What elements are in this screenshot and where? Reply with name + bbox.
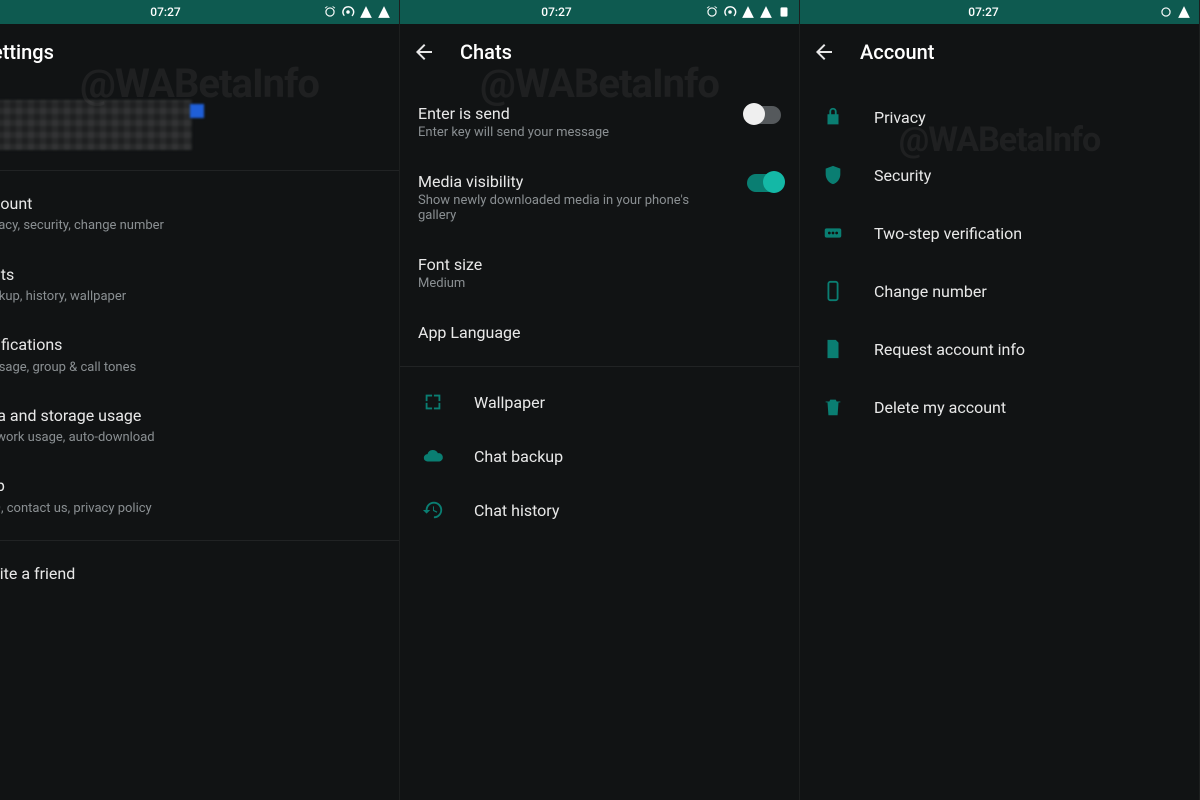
row-label: Privacy xyxy=(874,108,926,127)
appbar: Chats xyxy=(400,24,799,80)
chats-screen: 07:27 Chats @WABetaInfo Enter is send En… xyxy=(400,0,800,800)
alarm-icon xyxy=(705,5,719,19)
row-label: Delete my account xyxy=(874,398,1006,417)
row-two-step[interactable]: Two-step verification xyxy=(800,204,1199,262)
alarm-icon xyxy=(323,5,337,19)
profile-row[interactable] xyxy=(0,88,399,162)
item-title: tifications xyxy=(0,334,389,356)
row-request-info[interactable]: Request account info xyxy=(800,320,1199,378)
row-chat-backup[interactable]: Chat backup xyxy=(400,429,799,483)
row-label: Two-step verification xyxy=(874,224,1022,243)
row-label: Request account info xyxy=(874,340,1025,359)
chats-content: Enter is send Enter key will send your m… xyxy=(400,80,799,800)
signal-icon xyxy=(359,5,373,19)
row-wallpaper[interactable]: Wallpaper xyxy=(400,375,799,429)
setting-font-size[interactable]: Font size Medium xyxy=(400,239,799,307)
account-screen: 07:27 Account @WABetaInfo Privacy Securi… xyxy=(800,0,1200,800)
appbar: Account xyxy=(800,24,1199,80)
pin-icon xyxy=(822,222,844,244)
item-title: count xyxy=(0,193,389,215)
row-label: Security xyxy=(874,166,931,185)
setting-enter-is-send[interactable]: Enter is send Enter key will send your m… xyxy=(400,88,799,156)
item-sub: Q, contact us, privacy policy xyxy=(0,500,349,518)
setting-sub: Medium xyxy=(418,276,708,291)
item-title: ats xyxy=(0,264,389,286)
setting-title: App Language xyxy=(418,323,781,342)
row-privacy[interactable]: Privacy xyxy=(800,88,1199,146)
settings-item-invite[interactable]: vite a friend xyxy=(0,549,399,599)
status-bar: 07:27 xyxy=(400,0,799,24)
signal-icon xyxy=(1177,5,1191,19)
back-arrow-icon xyxy=(412,40,436,64)
setting-media-visibility[interactable]: Media visibility Show newly downloaded m… xyxy=(400,156,799,239)
trash-icon xyxy=(822,396,844,418)
row-label: Chat backup xyxy=(474,447,563,466)
lock-icon xyxy=(822,106,844,128)
settings-item-help[interactable]: lp Q, contact us, privacy policy xyxy=(0,461,399,532)
divider xyxy=(0,170,399,171)
status-time: 07:27 xyxy=(408,5,705,19)
item-sub: ssage, group & call tones xyxy=(0,359,349,377)
setting-title: Enter is send xyxy=(418,104,781,123)
status-bar: 07:27 xyxy=(800,0,1199,24)
signal2-icon xyxy=(759,5,773,19)
signal2-icon xyxy=(377,5,391,19)
wallpaper-icon xyxy=(422,391,444,413)
row-chat-history[interactable]: Chat history xyxy=(400,483,799,537)
appbar: ettings xyxy=(0,24,399,80)
setting-sub: Show newly downloaded media in your phon… xyxy=(418,193,708,223)
page-title: Account xyxy=(860,40,934,64)
setting-app-language[interactable]: App Language xyxy=(400,307,799,358)
back-arrow-icon xyxy=(812,40,836,64)
status-icons xyxy=(1159,5,1191,19)
row-change-number[interactable]: Change number xyxy=(800,262,1199,320)
setting-title: Font size xyxy=(418,255,781,274)
toggle-enter-is-send[interactable] xyxy=(747,106,781,124)
divider xyxy=(0,540,399,541)
signal-icon xyxy=(741,5,755,19)
shield-icon xyxy=(822,164,844,186)
cloud-icon xyxy=(422,445,444,467)
status-time: 07:27 xyxy=(8,5,323,19)
setting-title: Media visibility xyxy=(418,172,781,191)
divider xyxy=(400,366,799,367)
item-sub: vacy, security, change number xyxy=(0,217,349,235)
page-title: ettings xyxy=(0,40,54,64)
settings-item-account[interactable]: count vacy, security, change number xyxy=(0,179,399,250)
settings-item-chats[interactable]: ats ckup, history, wallpaper xyxy=(0,250,399,321)
settings-item-notifications[interactable]: tifications ssage, group & call tones xyxy=(0,320,399,391)
settings-item-data[interactable]: ta and storage usage twork usage, auto-d… xyxy=(0,391,399,462)
page-title: Chats xyxy=(460,40,512,64)
row-label: Change number xyxy=(874,282,987,301)
status-icons xyxy=(323,5,391,19)
back-button[interactable] xyxy=(812,40,836,64)
row-security[interactable]: Security xyxy=(800,146,1199,204)
history-icon xyxy=(422,499,444,521)
settings-content: count vacy, security, change number ats … xyxy=(0,80,399,800)
item-sub: twork usage, auto-download xyxy=(0,429,349,447)
item-title: ta and storage usage xyxy=(0,405,389,427)
row-delete-account[interactable]: Delete my account xyxy=(800,378,1199,436)
status-bar: 07:27 xyxy=(0,0,399,24)
settings-screen: 07:27 ettings @WABetaInfo count vacy, se… xyxy=(0,0,400,800)
profile-pixelated xyxy=(0,100,192,150)
row-label: Wallpaper xyxy=(474,393,545,412)
hotspot-icon xyxy=(341,5,355,19)
app-icon xyxy=(777,5,791,19)
row-label: Chat history xyxy=(474,501,559,520)
alarm-icon xyxy=(1159,5,1173,19)
phone-icon xyxy=(822,280,844,302)
status-icons xyxy=(705,5,791,19)
document-icon xyxy=(822,338,844,360)
hotspot-icon xyxy=(723,5,737,19)
back-button[interactable] xyxy=(412,40,436,64)
account-content: Privacy Security Two-step verification C… xyxy=(800,80,1199,800)
item-sub: ckup, history, wallpaper xyxy=(0,288,349,306)
item-title: lp xyxy=(0,475,389,497)
toggle-media-visibility[interactable] xyxy=(747,174,781,192)
status-time: 07:27 xyxy=(808,5,1159,19)
setting-sub: Enter key will send your message xyxy=(418,125,708,140)
item-title: vite a friend xyxy=(0,563,389,585)
